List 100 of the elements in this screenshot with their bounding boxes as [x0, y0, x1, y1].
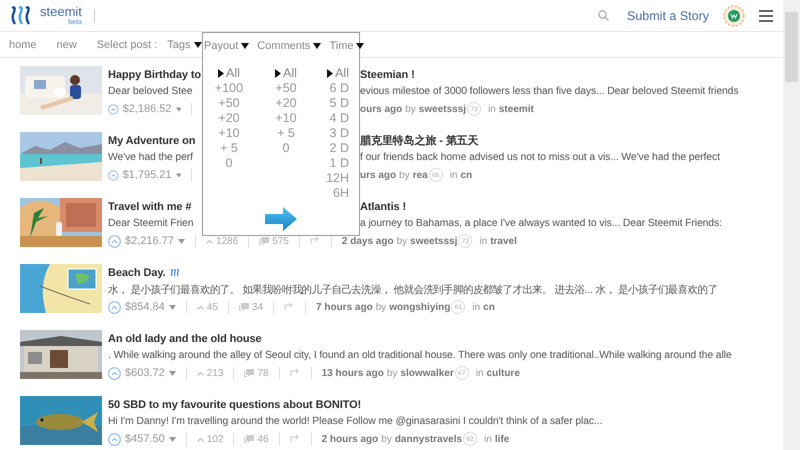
filter-option[interactable]: + 5 [277, 126, 295, 141]
filter-option[interactable]: All [218, 66, 240, 81]
filter-option[interactable]: 5 D [330, 96, 349, 111]
brand-name[interactable]: steemit [40, 5, 82, 18]
payout-value[interactable]: $2,216.77 [125, 235, 174, 247]
post-title[interactable]: Travel with me # [108, 200, 202, 212]
filter-option[interactable]: +20 [218, 111, 240, 126]
tag-link[interactable]: life [494, 434, 510, 444]
submit-story-link[interactable]: Submit a Story [627, 8, 709, 22]
arrow-right-icon[interactable] [265, 207, 297, 231]
filter-option[interactable]: All [327, 66, 349, 81]
post-title[interactable]: An old lady and the old house [108, 332, 262, 344]
menu-icon[interactable] [759, 10, 773, 22]
in-label: in [450, 170, 458, 180]
upvote-icon[interactable] [108, 366, 121, 380]
post-title[interactable]: 50 SBD to my favourite questions about BONITO! [108, 398, 362, 410]
author-link[interactable]: rea [412, 170, 428, 180]
payout-value[interactable]: $854.84 [125, 301, 165, 313]
selected-marker-icon [327, 69, 334, 78]
filter-option[interactable]: 0 [226, 156, 232, 171]
reblog-icon[interactable] [290, 435, 301, 443]
caret-icon [194, 42, 202, 48]
filter-option[interactable]: 2 D [330, 141, 349, 156]
selected-marker-icon [218, 69, 224, 78]
filter-option[interactable]: + 5 [220, 141, 238, 156]
comment-count: 575 [272, 236, 289, 246]
post-time: 13 hours ago [322, 368, 384, 378]
post-title[interactable]: Beach Day. [108, 266, 166, 278]
post-excerpt: Dear Steemit Frien [108, 218, 194, 229]
post-excerpt: . While walking around the alley of Seoul city, I found an old traditional house. There was only one traditional..While walking around the alle [108, 350, 732, 361]
upvote-icon[interactable] [108, 300, 121, 314]
tag-link[interactable]: cn [483, 302, 495, 312]
payout-value[interactable]: $2,186.52 [122, 103, 172, 115]
reblog-icon[interactable] [310, 237, 321, 245]
filter-option[interactable]: All [275, 66, 297, 81]
upvote-icon[interactable] [108, 102, 119, 116]
comment-count: 34 [252, 302, 264, 312]
tag-link[interactable]: culture [486, 368, 520, 378]
post-excerpt: a journey to Bahamas, a place I've always wanted to vis... Dear Steemit Friends: [360, 218, 723, 229]
author-link[interactable]: sweetsssj [418, 104, 466, 114]
filter-option[interactable]: +10 [275, 111, 297, 126]
upvote-icon[interactable] [108, 168, 119, 182]
payout-value[interactable]: $457.50 [125, 433, 165, 445]
comment-icon [259, 236, 270, 246]
tag-link[interactable]: travel [490, 236, 517, 246]
by-label: by [386, 368, 398, 378]
post-time: 7 hours ago [316, 302, 373, 312]
author-link[interactable]: slowwalker [400, 368, 454, 378]
search-icon[interactable] [598, 10, 610, 21]
post-title[interactable]: Steemian ! [360, 68, 783, 80]
filter-option[interactable]: +10 [218, 126, 240, 141]
filter-option[interactable]: 6 D [330, 81, 349, 96]
author-link[interactable]: sweetsssj [410, 236, 458, 246]
upvote-icon[interactable] [108, 432, 121, 446]
filter-option[interactable]: +50 [218, 96, 240, 111]
filter-option[interactable]: 3 D [330, 126, 349, 141]
filter-option[interactable]: +100 [214, 81, 244, 96]
comment-icon [244, 368, 254, 378]
post-excerpt: Dear beloved Stee [108, 86, 194, 97]
comment-count: 46 [257, 434, 269, 444]
by-label: by [376, 302, 386, 312]
filter-option[interactable]: 6H [333, 186, 349, 201]
in-label: in [479, 236, 488, 246]
filter-option[interactable]: +50 [275, 81, 297, 96]
vote-count: 213 [206, 368, 224, 378]
vote-count-icon [196, 370, 204, 376]
filter-option[interactable]: +20 [275, 96, 297, 111]
post-title[interactable]: Happy Birthday to [108, 68, 202, 80]
by-label: by [405, 104, 416, 114]
post-excerpt: Hi I'm Danny! I'm travelling around the world! Please Follow me @ginasarasini I couldn't think of a safer plac... [108, 416, 602, 427]
reblog-icon[interactable] [290, 369, 301, 377]
tag-link[interactable]: steemit [498, 104, 534, 114]
payout-value[interactable]: $1,795.21 [122, 169, 172, 181]
reblog-icon[interactable] [284, 303, 296, 311]
caret-icon [168, 370, 176, 376]
post-time: urs ago [360, 170, 396, 180]
select-post-label: Select post : [96, 38, 158, 50]
filter-option[interactable]: 4 D [330, 111, 349, 126]
filter-option[interactable]: 0 [282, 141, 290, 156]
filter-dropdown[interactable]: Payout [204, 40, 250, 52]
payout-value[interactable]: $603.72 [125, 367, 165, 379]
filter-dropdown[interactable]: Time [329, 40, 364, 52]
nav-link[interactable]: home [9, 38, 37, 50]
scrollbar[interactable] [783, 0, 800, 450]
post-title[interactable]: 腊克里特岛之旅 - 第五天 [360, 133, 783, 148]
post-title[interactable]: Atlantis ! [360, 200, 783, 212]
filter-option[interactable]: 1 D [330, 156, 349, 171]
post-time: ours ago [360, 104, 402, 114]
caret-icon [176, 172, 182, 178]
filter-dropdown[interactable]: Comments [257, 40, 322, 52]
author-link[interactable]: dannystravels [394, 434, 462, 444]
upvote-icon[interactable] [108, 234, 121, 248]
by-label: by [396, 236, 408, 246]
filter-option[interactable]: 12H [326, 171, 349, 186]
tag-link[interactable]: cn [460, 170, 472, 180]
tags-dropdown[interactable]: Tags [167, 38, 202, 50]
post-title[interactable]: My Adventure on [108, 134, 202, 146]
nav-link[interactable]: new [56, 38, 77, 50]
avatar-icon[interactable] [723, 4, 745, 26]
author-link[interactable]: wongshiying [389, 302, 450, 312]
